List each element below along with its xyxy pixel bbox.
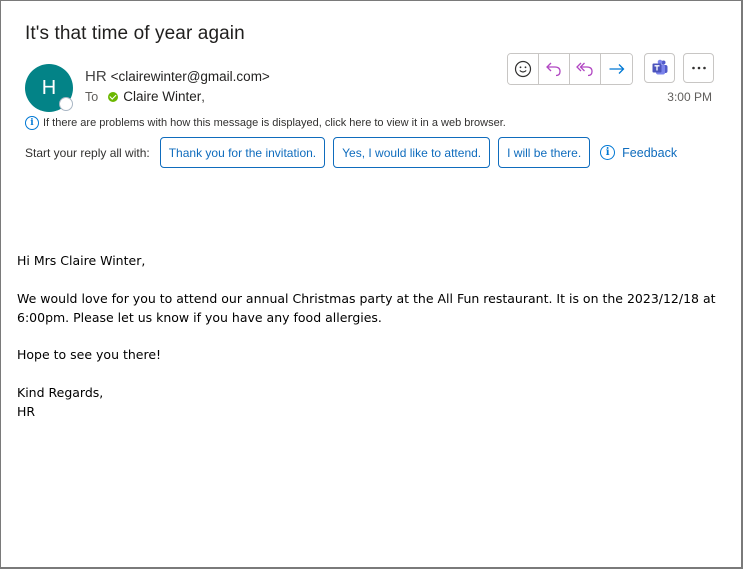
sender-line: HR <clairewinter@gmail.com> — [85, 68, 270, 85]
feedback-label: Feedback — [622, 145, 678, 160]
emoji-icon — [514, 60, 532, 78]
message-subject: It's that time of year again — [25, 23, 245, 44]
reply-button[interactable] — [539, 54, 570, 84]
received-time: 3:00 PM — [667, 90, 712, 104]
recipient-line: To Claire Winter, — [85, 89, 205, 104]
forward-icon — [609, 64, 624, 74]
sender-email[interactable]: <clairewinter@gmail.com> — [111, 69, 270, 84]
info-bar[interactable]: i If there are problems with how this me… — [25, 116, 506, 130]
verified-check-icon — [108, 91, 119, 102]
body-signature: HR — [17, 403, 36, 419]
body-closing-line: Hope to see you there! — [17, 347, 162, 362]
teams-icon — [652, 59, 667, 75]
more-icon — [691, 66, 706, 70]
body-greeting: Hi Mrs Claire Winter, — [17, 253, 146, 268]
suggested-reply-button[interactable]: I will be there. — [498, 137, 591, 168]
info-icon: i — [25, 116, 39, 130]
body-signoff: Kind Regards, — [17, 384, 104, 400]
body-paragraph: We would love for you to attend our annu… — [17, 290, 716, 325]
sender-name[interactable]: HR — [85, 68, 107, 85]
suggested-replies: Start your reply all with: Thank you for… — [25, 137, 677, 168]
presence-status-icon — [59, 97, 73, 111]
to-label: To — [85, 89, 99, 104]
teams-button[interactable] — [644, 53, 675, 83]
suggested-replies-label: Start your reply all with: — [25, 145, 150, 160]
recipient-name[interactable]: Claire Winter — [123, 89, 201, 104]
sender-initial: H — [41, 77, 57, 99]
reply-icon — [546, 62, 561, 77]
feedback-info-icon: i — [600, 145, 616, 160]
message-actions-toolbar — [507, 53, 633, 85]
reply-all-icon — [576, 62, 593, 77]
reply-all-button[interactable] — [570, 54, 601, 84]
forward-button[interactable] — [601, 54, 632, 84]
info-bar-text[interactable]: If there are problems with how this mess… — [43, 117, 506, 129]
suggested-reply-button[interactable]: Yes, I would like to attend. — [333, 137, 491, 168]
react-button[interactable] — [508, 54, 539, 84]
feedback-link[interactable]: i Feedback — [600, 145, 677, 160]
suggested-reply-button[interactable]: Thank you for the invitation. — [159, 137, 326, 168]
reading-pane: It's that time of year again H HR <clair… — [0, 0, 743, 569]
more-actions-button[interactable] — [683, 53, 714, 83]
message-body: Hi Mrs Claire Winter, We would love for … — [17, 251, 721, 421]
